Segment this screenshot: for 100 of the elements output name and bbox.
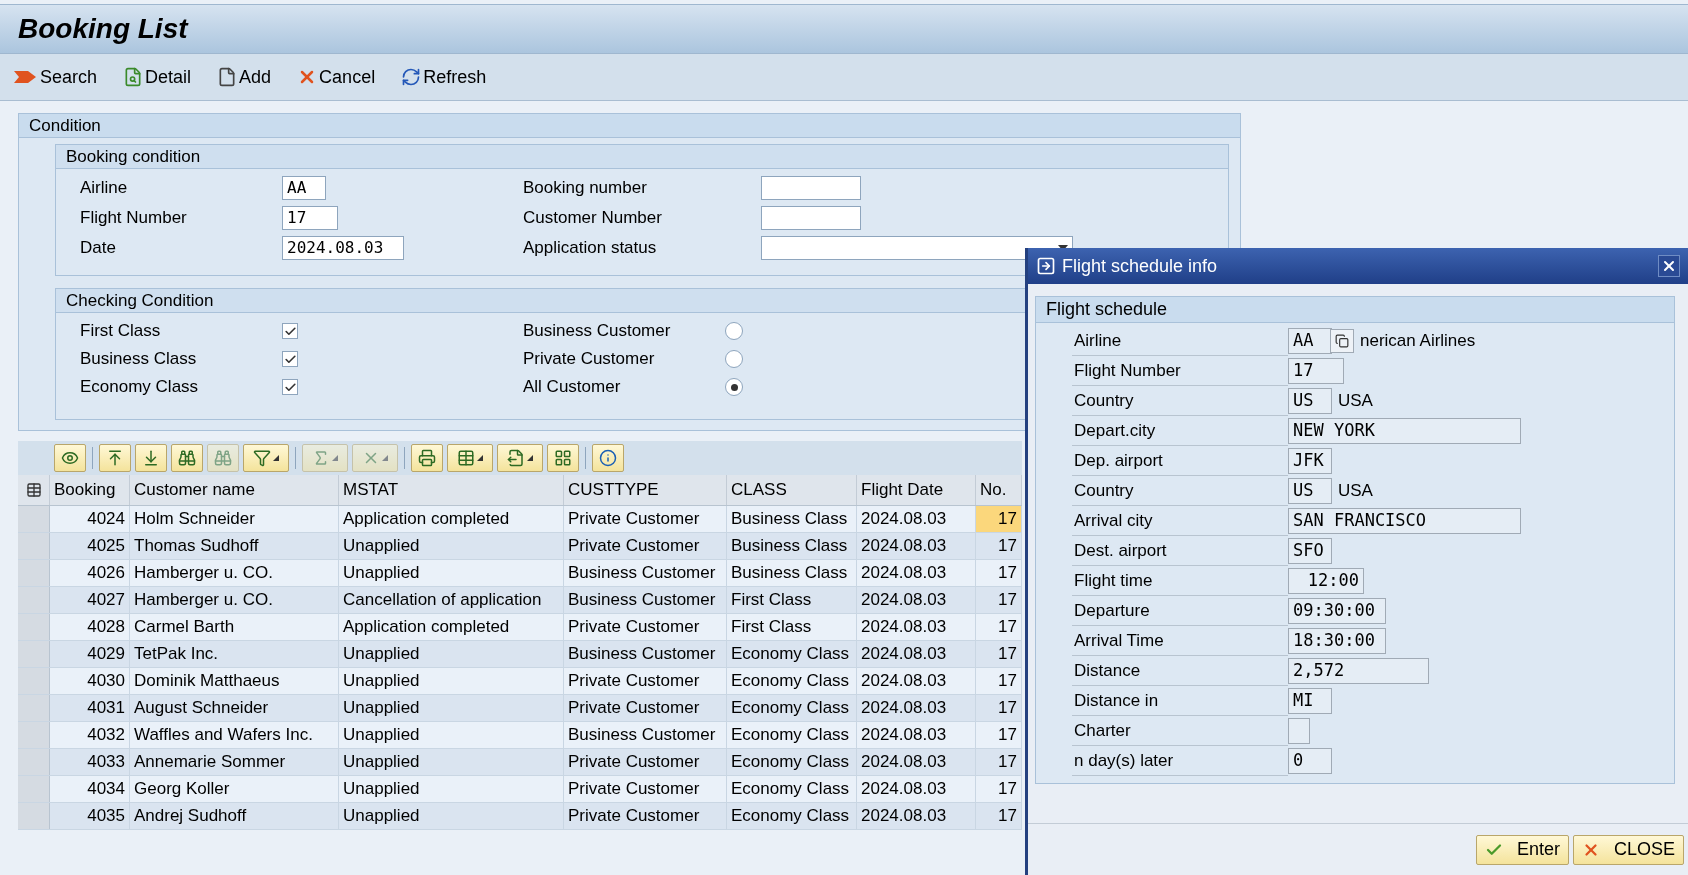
table-cell: 17 <box>976 776 1022 802</box>
dropdown-field[interactable] <box>761 236 1073 260</box>
option-label: Private Customer <box>523 348 656 371</box>
binoculars-icon <box>178 449 196 467</box>
column-header[interactable]: CUSTTYPE <box>564 475 727 505</box>
column-header[interactable]: CLASS <box>727 475 857 505</box>
column-header[interactable]: No. <box>976 475 1022 505</box>
grid-toolbar-button[interactable] <box>411 444 443 472</box>
row-selector[interactable] <box>18 803 50 829</box>
input-field[interactable]: AA <box>282 176 326 200</box>
toolbar-button[interactable]: Add <box>217 63 272 91</box>
table-cell: 17 <box>976 749 1022 775</box>
display-field: 17 <box>1288 358 1344 384</box>
row-selector[interactable] <box>18 560 50 586</box>
table-cell: 4032 <box>50 722 130 748</box>
arrow-up-icon <box>106 449 124 467</box>
display-field: 09:30:00 <box>1288 598 1386 624</box>
dialog-title: Flight schedule info <box>1062 254 1219 278</box>
field-label: Customer Number <box>523 207 663 230</box>
table-cell: Economy Class <box>727 776 857 802</box>
table-cell: Economy Class <box>727 722 857 748</box>
table-cell: 17 <box>976 641 1022 667</box>
radio-button[interactable] <box>725 322 743 340</box>
grid-toolbar-button[interactable] <box>135 444 167 472</box>
row-selector[interactable] <box>18 506 50 532</box>
dialog-button[interactable]: Enter <box>1475 834 1569 865</box>
option-label: All Customer <box>523 376 622 399</box>
input-field[interactable] <box>761 176 861 200</box>
document-search-icon <box>123 67 144 87</box>
field-label: Booking number <box>523 177 648 200</box>
table-cell: Georg Koller <box>130 776 339 802</box>
arrow-down-icon <box>142 449 160 467</box>
table-cell: Application completed <box>339 614 564 640</box>
display-field: JFK <box>1288 448 1332 474</box>
column-header[interactable]: Booking <box>50 475 130 505</box>
row-selector[interactable] <box>18 533 50 559</box>
toolbar-button[interactable]: Search <box>14 63 98 91</box>
row-selector[interactable] <box>18 722 50 748</box>
grid-toolbar-button[interactable] <box>99 444 131 472</box>
row-selector[interactable] <box>18 641 50 667</box>
row-selector[interactable] <box>18 695 50 721</box>
table-cell: 2024.08.03 <box>857 641 976 667</box>
table-cell: 4031 <box>50 695 130 721</box>
radio-button[interactable] <box>725 378 743 396</box>
display-field: US <box>1288 388 1332 414</box>
input-field[interactable]: 17 <box>282 206 338 230</box>
field-description: USA <box>1338 480 1373 503</box>
grid-toolbar-button[interactable] <box>592 444 624 472</box>
checkbox[interactable] <box>1288 718 1310 744</box>
table-icon <box>457 449 475 467</box>
display-field: MI <box>1288 688 1332 714</box>
layout-icon[interactable] <box>25 482 42 498</box>
table-cell: 4024 <box>50 506 130 532</box>
field-description: USA <box>1338 390 1373 413</box>
close-button[interactable] <box>1658 255 1680 277</box>
toolbar-button[interactable]: Cancel <box>297 63 376 91</box>
toolbar-button[interactable]: Refresh <box>401 63 487 91</box>
dialog-button[interactable]: CLOSE <box>1572 834 1684 865</box>
table-cell: TetPak Inc. <box>130 641 339 667</box>
table-cell: Annemarie Sommer <box>130 749 339 775</box>
display-field: US <box>1288 478 1332 504</box>
column-header[interactable]: Customer name <box>130 475 339 505</box>
filter-icon <box>253 449 271 467</box>
checkbox[interactable] <box>282 323 298 339</box>
column-header[interactable]: MSTAT <box>339 475 564 505</box>
table-cell: 2024.08.03 <box>857 776 976 802</box>
row-selector[interactable] <box>18 668 50 694</box>
grid-toolbar-button[interactable] <box>171 444 203 472</box>
table-cell: 2024.08.03 <box>857 560 976 586</box>
row-selector[interactable] <box>18 614 50 640</box>
dropdown-corner-icon <box>382 455 388 461</box>
table-cell: Unapplied <box>339 803 564 829</box>
grid-toolbar-button[interactable] <box>497 444 543 472</box>
option-label: First Class <box>80 320 162 343</box>
table-cell: 2024.08.03 <box>857 533 976 559</box>
column-header[interactable]: Flight Date <box>857 475 976 505</box>
table-cell: 2024.08.03 <box>857 695 976 721</box>
grid-toolbar-button[interactable] <box>243 444 289 472</box>
toolbar-button[interactable]: Detail <box>123 63 192 91</box>
table-cell: 4025 <box>50 533 130 559</box>
field-label: Airline <box>80 177 129 200</box>
group-header: Booking condition <box>56 145 1228 169</box>
table-cell: Business Customer <box>564 641 727 667</box>
option-label: Business Class <box>80 348 198 371</box>
table-cell: Private Customer <box>564 614 727 640</box>
row-selector[interactable] <box>18 749 50 775</box>
checkbox[interactable] <box>282 379 298 395</box>
input-field[interactable] <box>761 206 861 230</box>
table-cell: Business Class <box>727 533 857 559</box>
grid-toolbar-button[interactable] <box>54 444 86 472</box>
radio-button[interactable] <box>725 350 743 368</box>
grid-toolbar-button[interactable] <box>547 444 579 472</box>
grid-toolbar-button[interactable] <box>447 444 493 472</box>
row-selector[interactable] <box>18 776 50 802</box>
input-field[interactable]: 2024.08.03 <box>282 236 404 260</box>
checkbox[interactable] <box>282 351 298 367</box>
table-cell: Thomas Sudhoff <box>130 533 339 559</box>
row-selector[interactable] <box>18 587 50 613</box>
lookup-button[interactable] <box>1330 329 1354 353</box>
table-cell: Application completed <box>339 506 564 532</box>
